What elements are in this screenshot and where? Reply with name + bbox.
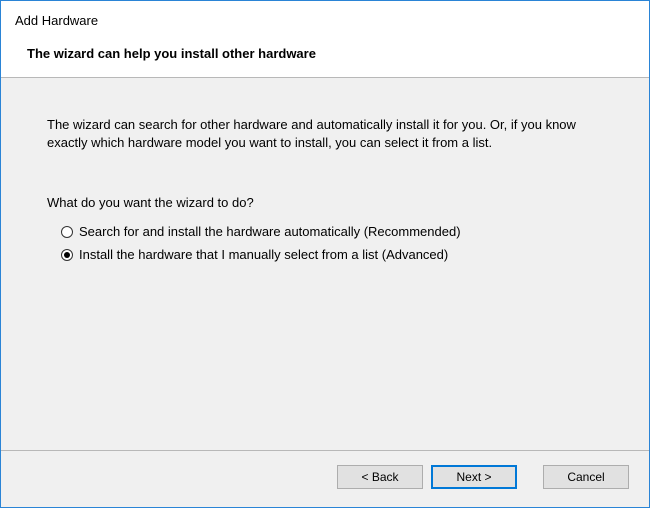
radio-icon (61, 249, 73, 261)
back-button[interactable]: < Back (337, 465, 423, 489)
wizard-question: What do you want the wizard to do? (47, 195, 603, 210)
wizard-header: Add Hardware The wizard can help you ins… (1, 1, 649, 77)
window-title: Add Hardware (15, 13, 635, 28)
add-hardware-window: Add Hardware The wizard can help you ins… (0, 0, 650, 508)
radio-icon (61, 226, 73, 238)
spacer (525, 465, 535, 489)
cancel-button[interactable]: Cancel (543, 465, 629, 489)
option-manual[interactable]: Install the hardware that I manually sel… (61, 247, 603, 262)
options-group: Search for and install the hardware auto… (61, 224, 603, 262)
option-label: Search for and install the hardware auto… (79, 224, 461, 239)
wizard-description: The wizard can search for other hardware… (47, 116, 603, 151)
option-label: Install the hardware that I manually sel… (79, 247, 448, 262)
wizard-subtitle: The wizard can help you install other ha… (27, 46, 635, 61)
wizard-content: The wizard can search for other hardware… (1, 77, 649, 451)
next-button[interactable]: Next > (431, 465, 517, 489)
wizard-footer: < Back Next > Cancel (1, 451, 649, 507)
option-automatic[interactable]: Search for and install the hardware auto… (61, 224, 603, 239)
